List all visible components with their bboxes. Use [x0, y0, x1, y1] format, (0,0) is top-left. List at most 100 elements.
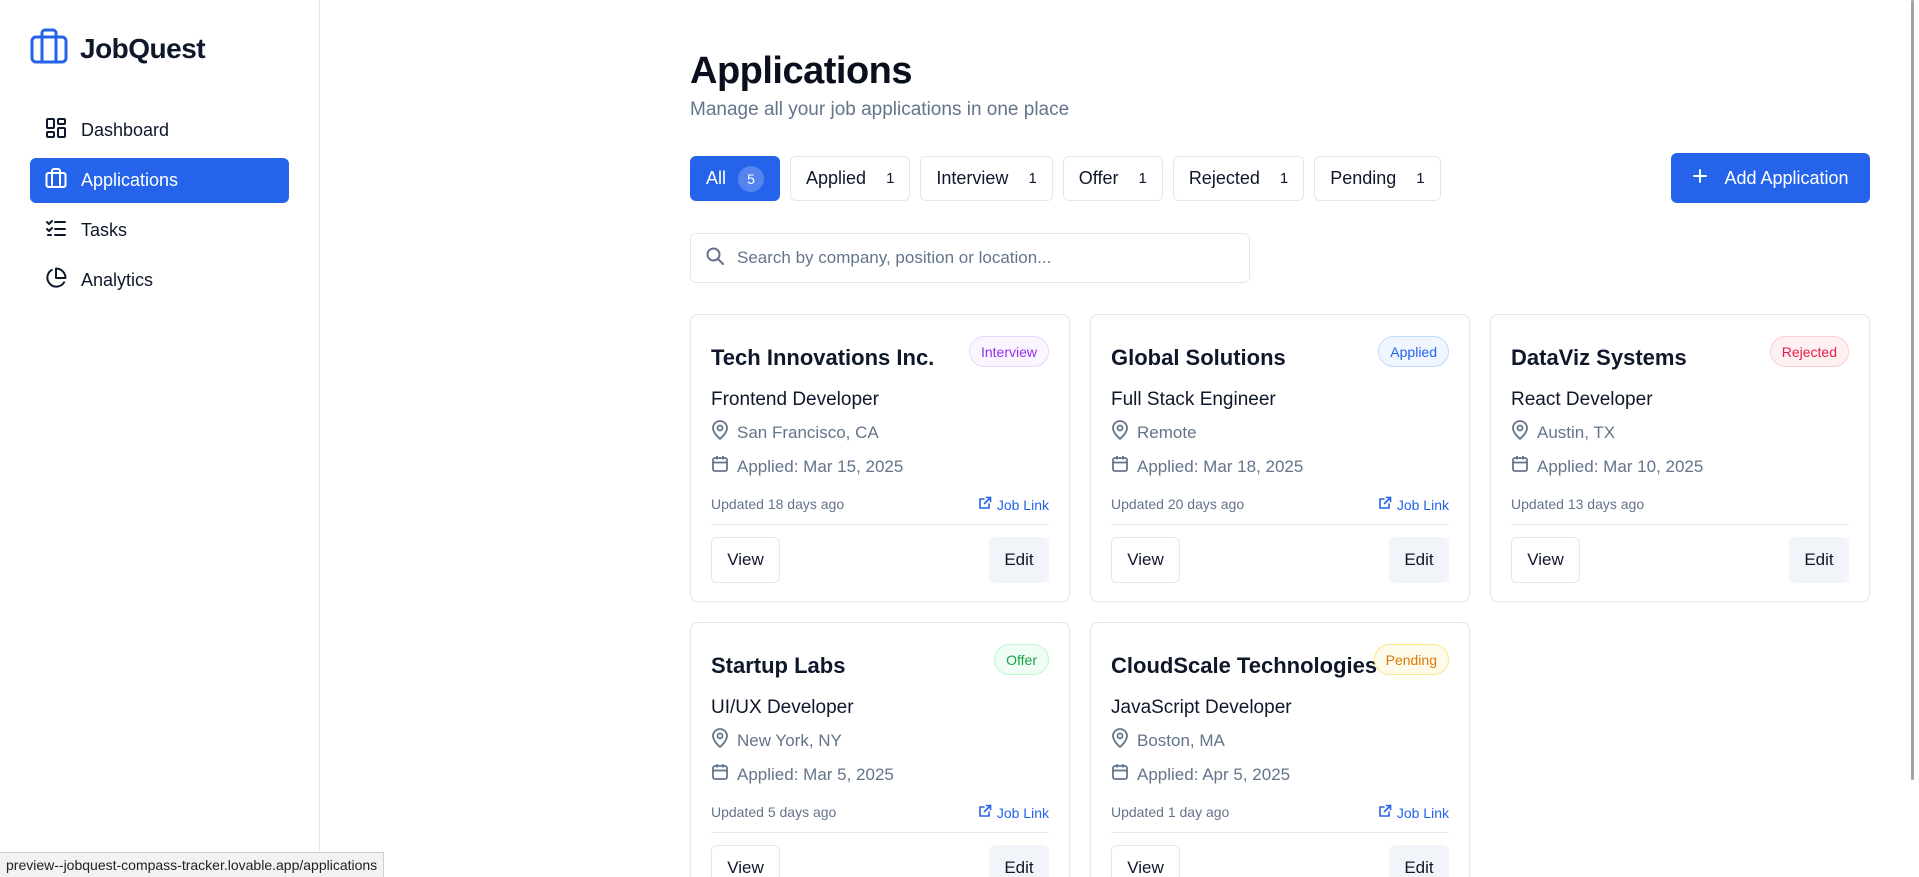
sidebar: JobQuest Dashboard Applications Tasks An…: [0, 0, 320, 877]
sidebar-item-analytics[interactable]: Analytics: [30, 258, 289, 303]
filter-tab-pending[interactable]: Pending 1: [1314, 156, 1441, 201]
edit-button[interactable]: Edit: [989, 845, 1049, 877]
page-subtitle: Manage all your job applications in one …: [690, 99, 1070, 120]
filter-tab-applied[interactable]: Applied 1: [790, 156, 911, 201]
sidebar-item-label: Analytics: [81, 270, 154, 290]
location-row: San Francisco, CA: [711, 420, 879, 445]
edit-button[interactable]: Edit: [1789, 537, 1849, 583]
sidebar-item-label: Tasks: [81, 220, 128, 240]
brand[interactable]: JobQuest: [30, 28, 206, 69]
filter-count: 1: [1279, 170, 1289, 187]
job-link[interactable]: Job Link: [978, 496, 1049, 513]
calendar-icon: [1511, 455, 1529, 478]
job-link-label: Job Link: [1396, 496, 1449, 513]
applied-date-row: Applied: Mar 5, 2025: [711, 763, 894, 786]
job-link-label: Job Link: [996, 804, 1049, 821]
applied-date: Applied: Mar 5, 2025: [737, 764, 894, 784]
view-button[interactable]: View: [711, 845, 780, 877]
filter-count: 1: [886, 170, 895, 187]
job-link-label: Job Link: [996, 496, 1049, 513]
external-link-icon: [1378, 804, 1392, 821]
pie-chart-icon: [45, 267, 67, 294]
job-link[interactable]: Job Link: [1378, 804, 1449, 821]
map-pin-icon: [1511, 420, 1529, 445]
filter-tab-offer[interactable]: Offer 1: [1062, 156, 1163, 201]
updated-text: Updated 18 days ago: [711, 496, 845, 512]
job-position: UI/UX Developer: [711, 697, 854, 718]
map-pin-icon: [711, 420, 729, 445]
filter-tab-interview[interactable]: Interview 1: [920, 156, 1053, 201]
status-badge: Offer: [994, 644, 1049, 675]
location-row: Austin, TX: [1511, 420, 1615, 445]
card-divider: [1111, 832, 1449, 833]
calendar-icon: [1111, 763, 1129, 786]
sidebar-item-tasks[interactable]: Tasks: [30, 208, 289, 253]
filter-tab-rejected[interactable]: Rejected 1: [1172, 156, 1305, 201]
filter-label: Interview: [936, 168, 1009, 188]
search-box: [690, 233, 1250, 283]
calendar-icon: [711, 455, 729, 478]
location-text: New York, NY: [737, 730, 842, 750]
sidebar-item-applications[interactable]: Applications: [30, 158, 289, 203]
job-position: Frontend Developer: [711, 389, 879, 410]
view-button[interactable]: View: [1511, 537, 1580, 583]
briefcase-icon: [45, 167, 67, 194]
updated-text: Updated 5 days ago: [711, 804, 837, 820]
view-button[interactable]: View: [711, 537, 780, 583]
filter-count: 1: [1028, 170, 1037, 187]
location-row: Boston, MA: [1111, 728, 1225, 753]
company-name: Tech Innovations Inc.: [711, 345, 935, 370]
company-name: Global Solutions: [1111, 345, 1286, 370]
filter-count: 1: [1138, 170, 1147, 187]
applied-date: Applied: Mar 10, 2025: [1537, 456, 1704, 476]
map-pin-icon: [1111, 728, 1129, 753]
edit-button[interactable]: Edit: [989, 537, 1049, 583]
card-divider: [1511, 524, 1849, 525]
job-position: React Developer: [1511, 389, 1653, 410]
briefcase-logo-icon: [30, 28, 68, 69]
edit-button[interactable]: Edit: [1389, 845, 1449, 877]
filter-tab-all[interactable]: All 5: [690, 156, 781, 201]
applied-date-row: Applied: Mar 15, 2025: [711, 455, 903, 478]
job-link[interactable]: Job Link: [1378, 496, 1449, 513]
sidebar-nav: Dashboard Applications Tasks Analytics: [30, 108, 289, 308]
edit-button[interactable]: Edit: [1389, 537, 1449, 583]
card-divider: [1111, 524, 1449, 525]
scrollbar-thumb[interactable]: [1911, 0, 1914, 780]
add-application-label: Add Application: [1724, 167, 1849, 188]
status-badge: Interview: [968, 336, 1049, 367]
application-card: CloudScale Technologies Pending JavaScri…: [1090, 622, 1470, 877]
page-scrollbar[interactable]: [1907, 0, 1919, 877]
job-link-label: Job Link: [1396, 804, 1449, 821]
sidebar-item-dashboard[interactable]: Dashboard: [30, 108, 289, 153]
application-card: DataViz Systems Rejected React Developer…: [1490, 314, 1870, 602]
view-button[interactable]: View: [1111, 537, 1180, 583]
applied-date: Applied: Mar 15, 2025: [737, 456, 904, 476]
external-link-icon: [1378, 496, 1392, 513]
job-link[interactable]: Job Link: [978, 804, 1049, 821]
status-badge: Rejected: [1769, 336, 1849, 367]
view-button[interactable]: View: [1111, 845, 1180, 877]
external-link-icon: [978, 804, 992, 821]
updated-text: Updated 20 days ago: [1111, 496, 1245, 512]
status-filter-tabs: All 5 Applied 1 Interview 1 Offer 1 Reje…: [690, 156, 1441, 201]
filter-label: Rejected: [1188, 168, 1260, 188]
applied-date: Applied: Mar 18, 2025: [1137, 456, 1304, 476]
calendar-icon: [711, 763, 729, 786]
applied-date-row: Applied: Apr 5, 2025: [1111, 763, 1290, 786]
add-application-button[interactable]: Add Application: [1671, 153, 1870, 203]
company-name: Startup Labs: [711, 653, 846, 678]
card-divider: [711, 524, 1049, 525]
search-input[interactable]: [737, 248, 1235, 268]
applied-date-row: Applied: Mar 10, 2025: [1511, 455, 1703, 478]
applied-date: Applied: Apr 5, 2025: [1137, 764, 1291, 784]
sidebar-item-label: Applications: [81, 170, 179, 190]
applied-date-row: Applied: Mar 18, 2025: [1111, 455, 1303, 478]
company-name: DataViz Systems: [1511, 345, 1687, 370]
sidebar-item-label: Dashboard: [81, 120, 170, 140]
page-title: Applications: [690, 50, 913, 92]
filter-count: 5: [738, 165, 765, 192]
status-badge: Applied: [1378, 336, 1449, 367]
location-row: New York, NY: [711, 728, 842, 753]
filter-label: All: [706, 168, 727, 188]
